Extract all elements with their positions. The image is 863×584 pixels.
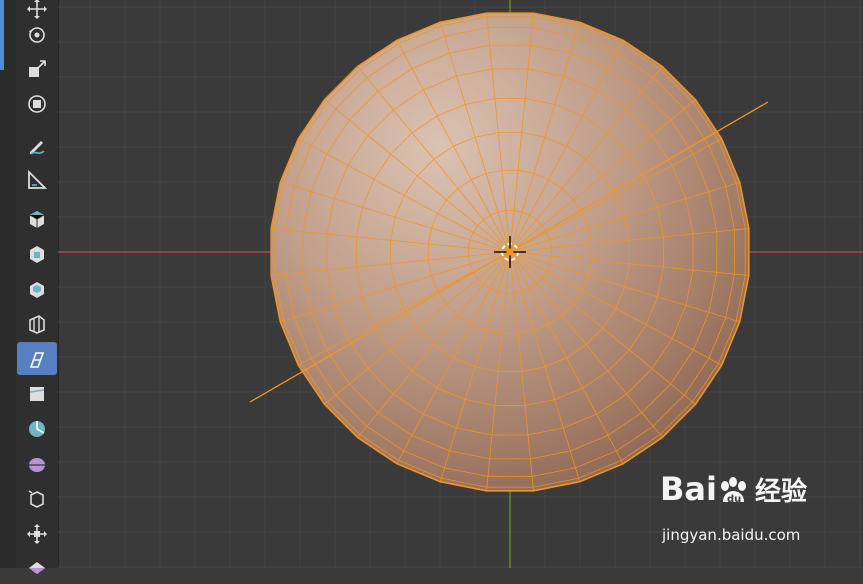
loop-cut-icon [29, 351, 45, 368]
tool-bevel-button[interactable] [17, 307, 57, 340]
annotate-icon [30, 140, 45, 155]
tool-shrink-fatten-button[interactable] [17, 517, 57, 550]
tool-spin-button[interactable] [17, 447, 57, 480]
watermark: Bai du 经验 jingyan.baidu.com [660, 470, 860, 550]
tool-loop-cut-button[interactable] [17, 342, 57, 375]
transform-icon [28, 94, 46, 113]
window-edge-highlight [0, 0, 4, 70]
tool-annotate-button[interactable] [17, 128, 57, 161]
tool-transform-button[interactable] [17, 87, 57, 120]
watermark-logo: Bai du 经验 [660, 470, 807, 508]
paw-icon: du [720, 477, 746, 505]
measure-icon [28, 169, 48, 189]
watermark-brand-suffix: du [727, 494, 741, 505]
add-cube-icon [29, 210, 45, 228]
extrude-region-icon [30, 245, 44, 263]
scale-icon [29, 59, 46, 77]
inset-faces-icon [30, 281, 44, 298]
tool-measure-button[interactable] [17, 163, 57, 196]
knife-icon [29, 386, 45, 401]
tool-inset-faces-button[interactable] [17, 272, 57, 305]
tool-extrude-region-button[interactable] [17, 237, 57, 270]
tool-knife-button[interactable] [17, 377, 57, 410]
spin-icon [29, 457, 45, 472]
tool-scale-button[interactable] [17, 52, 57, 85]
tool-smooth-button[interactable] [17, 482, 57, 515]
smooth-icon [28, 489, 44, 508]
watermark-brand: Bai [660, 470, 717, 508]
tool-shelf [16, 0, 59, 574]
watermark-product: 经验 [754, 477, 807, 507]
window-edge [0, 0, 16, 568]
origin-point [506, 248, 514, 256]
bevel-icon [29, 314, 45, 334]
tool-add-cube-button[interactable] [17, 202, 57, 235]
tool-poly-build-button[interactable] [17, 412, 57, 445]
watermark-url: jingyan.baidu.com [662, 526, 801, 544]
shrink-fatten-icon [27, 523, 47, 544]
rotate-icon [29, 26, 45, 43]
tool-rotate-button[interactable] [17, 18, 57, 51]
poly-build-icon [29, 420, 45, 437]
